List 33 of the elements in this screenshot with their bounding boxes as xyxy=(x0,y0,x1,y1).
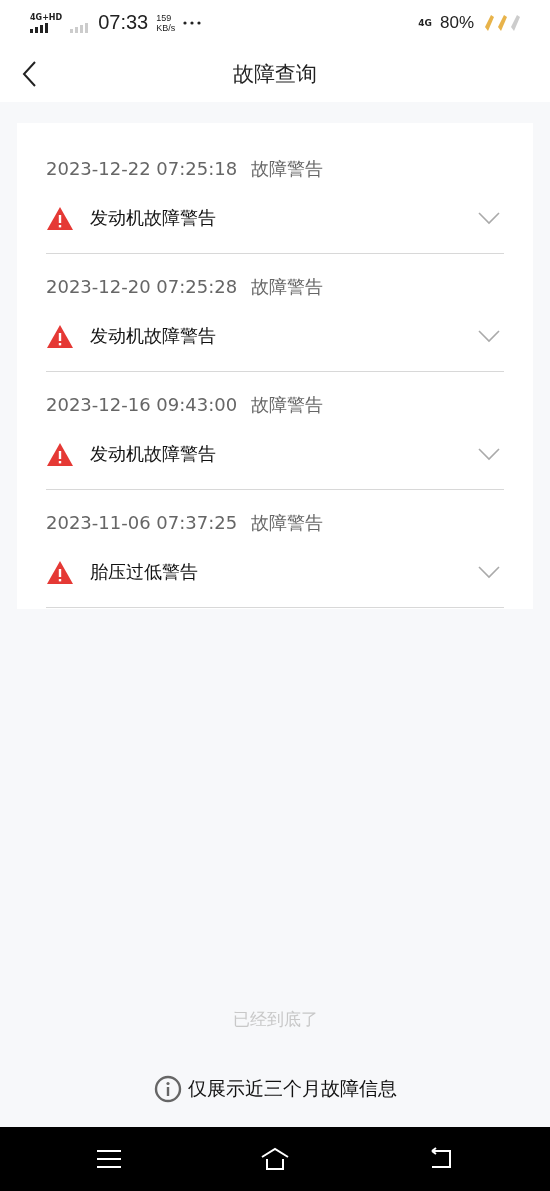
record-type: 故障警告 xyxy=(251,157,324,181)
page-title: 故障查询 xyxy=(233,60,317,88)
speed-unit: KB/s xyxy=(156,22,176,33)
signal-icon xyxy=(70,22,91,33)
network-type: 4G+HD xyxy=(30,12,63,22)
record-time: 2023-11-06 07:37:25 xyxy=(46,511,238,535)
speed-value: 159 xyxy=(156,12,173,23)
record-type: 故障警告 xyxy=(251,393,324,417)
fault-item[interactable]: 胎压过低警告 xyxy=(46,537,504,608)
record-time: 2023-12-22 07:25:18 xyxy=(46,157,238,181)
warning-icon xyxy=(46,559,74,585)
notice-text: 仅展示近三个月故障信息 xyxy=(187,1076,397,1101)
fault-title: 胎压过低警告 xyxy=(90,560,199,584)
fault-title: 发动机故障警告 xyxy=(90,442,217,466)
fault-title: 发动机故障警告 xyxy=(90,206,217,230)
fault-item[interactable]: 发动机故障警告 xyxy=(46,301,504,372)
more-icon xyxy=(183,20,202,25)
warning-icon xyxy=(46,205,74,231)
network-type: 4G xyxy=(418,17,432,28)
info-icon xyxy=(153,1075,182,1103)
battery-level: 80% xyxy=(439,12,474,33)
warning-icon xyxy=(46,323,74,349)
fault-item[interactable]: 发动机故障警告 xyxy=(46,419,504,490)
signal-icon xyxy=(30,22,50,33)
record-time: 2023-12-20 07:25:28 xyxy=(46,275,238,299)
record-type: 故障警告 xyxy=(251,275,324,299)
fault-item[interactable]: 发动机故障警告 xyxy=(46,183,504,254)
record-time: 2023-12-16 09:43:00 xyxy=(46,393,238,417)
fault-title: 发动机故障警告 xyxy=(90,324,217,348)
warning-icon xyxy=(46,441,74,467)
record-type: 故障警告 xyxy=(251,511,324,535)
status-time: 07:33 xyxy=(98,11,149,34)
home-icon[interactable] xyxy=(260,1146,290,1172)
